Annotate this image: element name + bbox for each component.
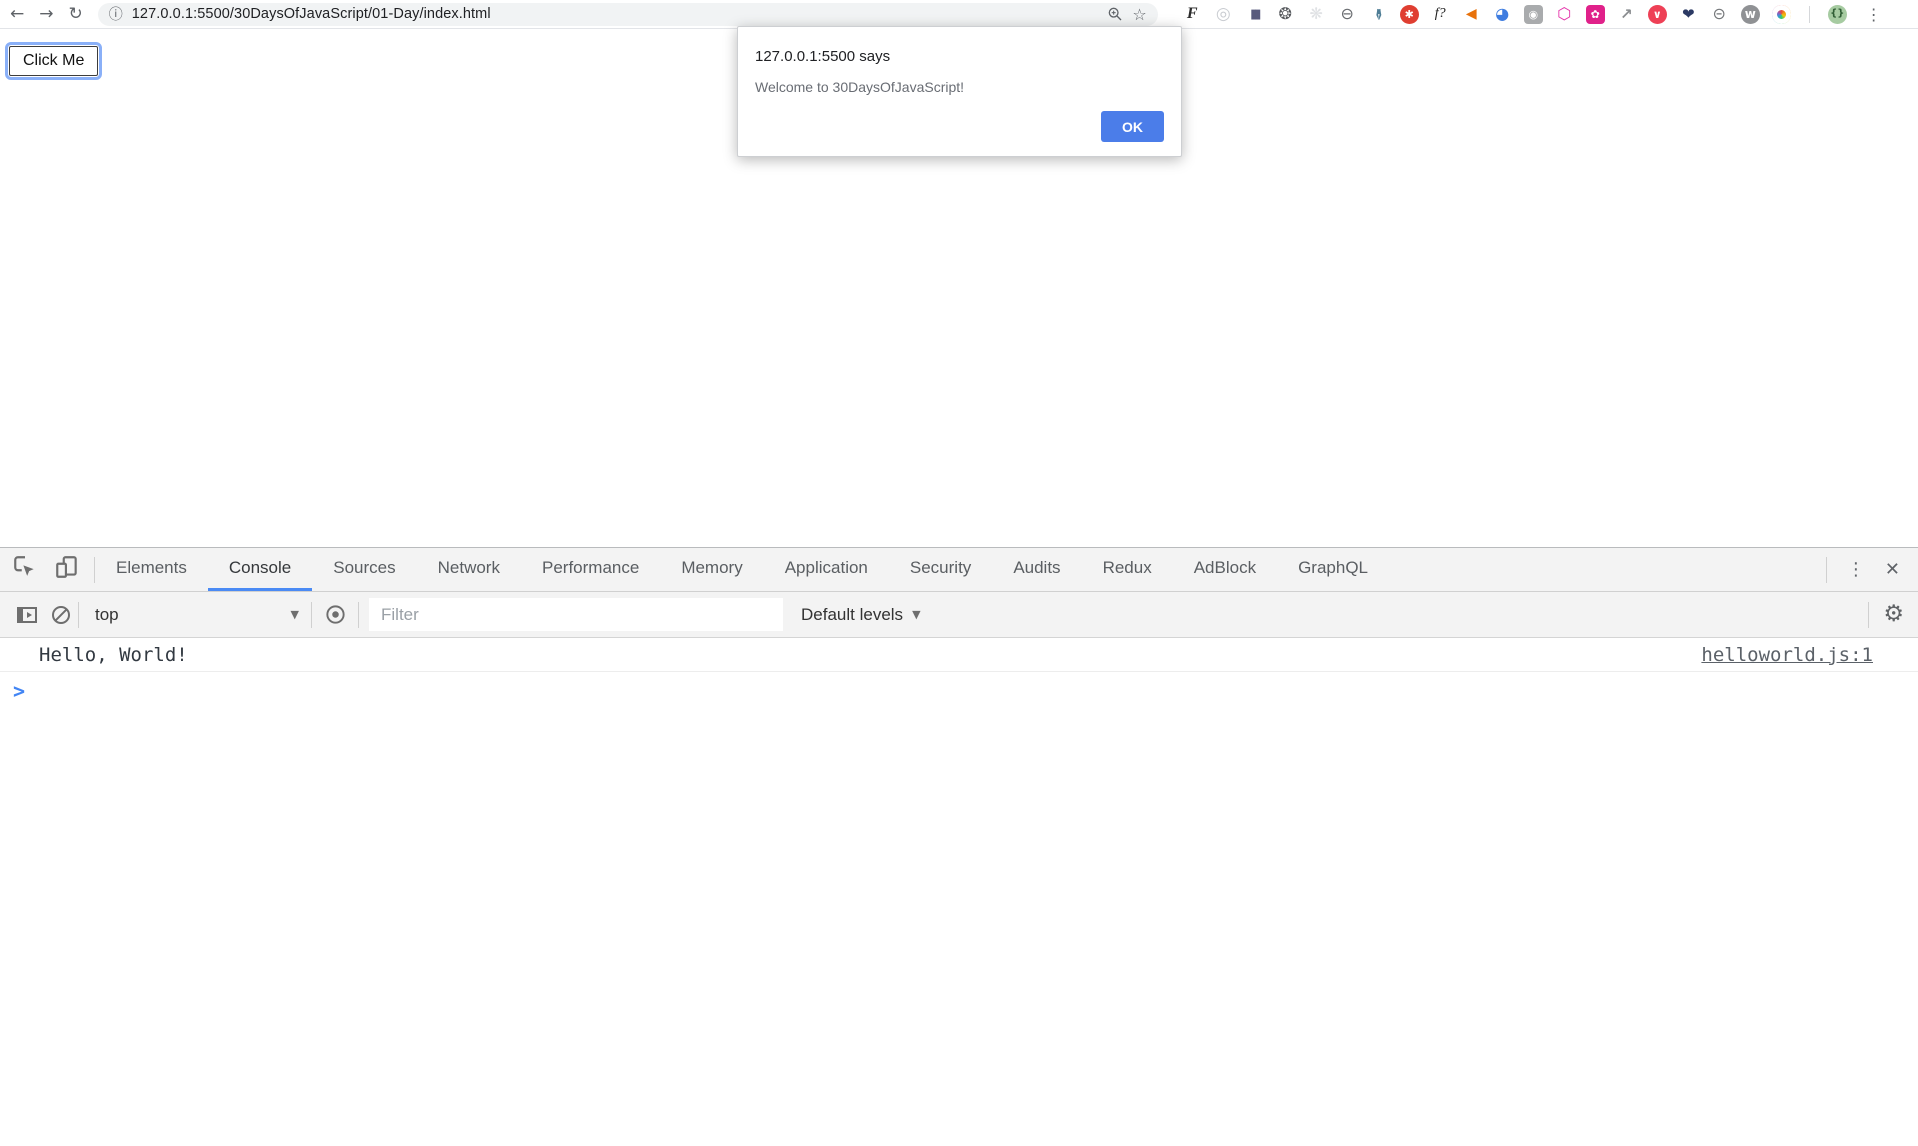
levels-dropdown-arrow-icon: ▼ bbox=[912, 608, 920, 621]
browser-toolbar: ← → ↻ ⓘ 127.0.0.1:5500/30DaysOfJavaScrip… bbox=[0, 0, 1918, 29]
console-message-text: Hello, World! bbox=[39, 644, 188, 666]
tab-memory[interactable]: Memory bbox=[660, 548, 763, 591]
extensions-bar: F ◎ ▮▮ ❂ ❋ ⊖ ✒ ✱ f? ◀ ◕ ◉ ⬡ ✿ ↗ ∨ ❤ ⊝ w bbox=[1183, 5, 1791, 24]
camera-icon[interactable]: ◉ bbox=[1524, 5, 1543, 24]
devtools-menu-icon[interactable]: ⋮ bbox=[1847, 561, 1865, 579]
tabbar-right-divider bbox=[1826, 557, 1827, 583]
minus-circle-icon[interactable]: ⊖ bbox=[1338, 5, 1357, 24]
device-toolbar-icon[interactable] bbox=[54, 554, 80, 585]
graphql-icon[interactable]: ⬡ bbox=[1555, 5, 1574, 24]
context-dropdown-arrow-icon: ▼ bbox=[291, 608, 299, 621]
tab-network[interactable]: Network bbox=[417, 548, 521, 591]
eyedropper-icon[interactable]: ✒ bbox=[1369, 5, 1388, 24]
orbit-icon[interactable]: ◎ bbox=[1214, 5, 1233, 24]
bug-icon[interactable]: ❂ bbox=[1276, 5, 1295, 24]
heart-search-icon[interactable]: ❤ bbox=[1679, 5, 1698, 24]
wave-circle-icon[interactable]: w bbox=[1741, 5, 1760, 24]
tab-sources[interactable]: Sources bbox=[312, 548, 416, 591]
toolbar-divider bbox=[1809, 6, 1810, 23]
pocket-icon[interactable]: ∨ bbox=[1648, 5, 1667, 24]
back-button[interactable]: ← bbox=[10, 6, 24, 23]
tab-elements[interactable]: Elements bbox=[95, 548, 208, 591]
tab-security[interactable]: Security bbox=[889, 548, 992, 591]
console-toolbar-divider-3 bbox=[358, 602, 359, 628]
dialog-title: 127.0.0.1:5500 says bbox=[755, 48, 1164, 65]
console-prompt-row[interactable]: > bbox=[0, 672, 1918, 701]
tab-audits[interactable]: Audits bbox=[992, 548, 1081, 591]
panel-bars-icon[interactable]: ▮▮ bbox=[1245, 5, 1264, 24]
console-toolbar: top ▼ Default levels ▼ ⚙ bbox=[0, 592, 1918, 638]
log-levels-label: Default levels bbox=[801, 605, 903, 625]
faded-atom-icon[interactable]: ❋ bbox=[1307, 5, 1326, 24]
console-prompt-chevron: > bbox=[13, 681, 25, 701]
console-output: Hello, World! helloworld.js:1 > bbox=[0, 638, 1918, 1146]
tab-performance[interactable]: Performance bbox=[521, 548, 660, 591]
address-bar[interactable]: ⓘ 127.0.0.1:5500/30DaysOfJavaScript/01-D… bbox=[98, 3, 1158, 26]
dialog-ok-button[interactable]: OK bbox=[1101, 111, 1164, 142]
zoom-icon[interactable] bbox=[1107, 6, 1123, 22]
tab-adblock[interactable]: AdBlock bbox=[1173, 548, 1277, 591]
log-levels-selector[interactable]: Default levels ▼ bbox=[801, 605, 921, 625]
tab-graphql[interactable]: GraphQL bbox=[1277, 548, 1389, 591]
reload-button[interactable]: ↻ bbox=[69, 6, 83, 23]
devtools-tabbar: Elements Console Sources Network Perform… bbox=[0, 548, 1918, 592]
stop-hand-icon[interactable]: ✱ bbox=[1400, 5, 1419, 24]
tab-application[interactable]: Application bbox=[764, 548, 889, 591]
site-info-icon[interactable]: ⓘ bbox=[109, 4, 123, 24]
color-ring-icon[interactable] bbox=[1772, 5, 1791, 24]
console-source-link[interactable]: helloworld.js:1 bbox=[1701, 644, 1873, 666]
console-message-row: Hello, World! helloworld.js:1 bbox=[0, 638, 1918, 672]
console-sidebar-toggle-icon[interactable] bbox=[10, 603, 44, 627]
swirl-circle-icon[interactable]: ◕ bbox=[1493, 5, 1512, 24]
click-me-button[interactable]: Click Me bbox=[9, 46, 98, 76]
clear-console-icon[interactable] bbox=[44, 603, 78, 627]
inspect-element-icon[interactable] bbox=[12, 554, 38, 585]
forward-button[interactable]: → bbox=[39, 6, 53, 23]
execution-context-label: top bbox=[95, 605, 119, 625]
url-text[interactable]: 127.0.0.1:5500/30DaysOfJavaScript/01-Day… bbox=[132, 6, 491, 22]
execution-context-selector[interactable]: top ▼ bbox=[79, 605, 311, 625]
devtools-tabbar-icons bbox=[0, 548, 94, 591]
dialog-message: Welcome to 30DaysOfJavaScript! bbox=[755, 79, 1164, 95]
megaphone-icon[interactable]: ◀ bbox=[1462, 5, 1481, 24]
stylized-f-icon[interactable]: F bbox=[1183, 5, 1202, 24]
live-expression-eye-icon[interactable] bbox=[312, 603, 358, 626]
console-toolbar-divider-4 bbox=[1868, 602, 1869, 628]
console-settings-gear-icon[interactable]: ⚙ bbox=[1883, 603, 1904, 626]
block-arrow-icon[interactable]: ↗ bbox=[1617, 5, 1636, 24]
pink-gear-icon[interactable]: ✿ bbox=[1586, 5, 1605, 24]
devtools-panel: Elements Console Sources Network Perform… bbox=[0, 547, 1918, 1146]
tab-console[interactable]: Console bbox=[208, 548, 312, 591]
alert-dialog: 127.0.0.1:5500 says Welcome to 30DaysOfJ… bbox=[737, 26, 1182, 157]
json-braces-icon[interactable]: {} bbox=[1828, 5, 1847, 24]
tab-redux[interactable]: Redux bbox=[1082, 548, 1173, 591]
bookmark-star-icon[interactable]: ☆ bbox=[1132, 5, 1146, 24]
devtools-close-icon[interactable]: ✕ bbox=[1885, 561, 1900, 579]
f-question-icon[interactable]: f? bbox=[1431, 5, 1450, 24]
filter-input[interactable] bbox=[369, 598, 783, 631]
circle-dash-icon[interactable]: ⊝ bbox=[1710, 5, 1729, 24]
browser-menu-icon[interactable]: ⋮ bbox=[1866, 5, 1882, 24]
tabbar-right-controls: ⋮ ✕ bbox=[1826, 548, 1918, 591]
